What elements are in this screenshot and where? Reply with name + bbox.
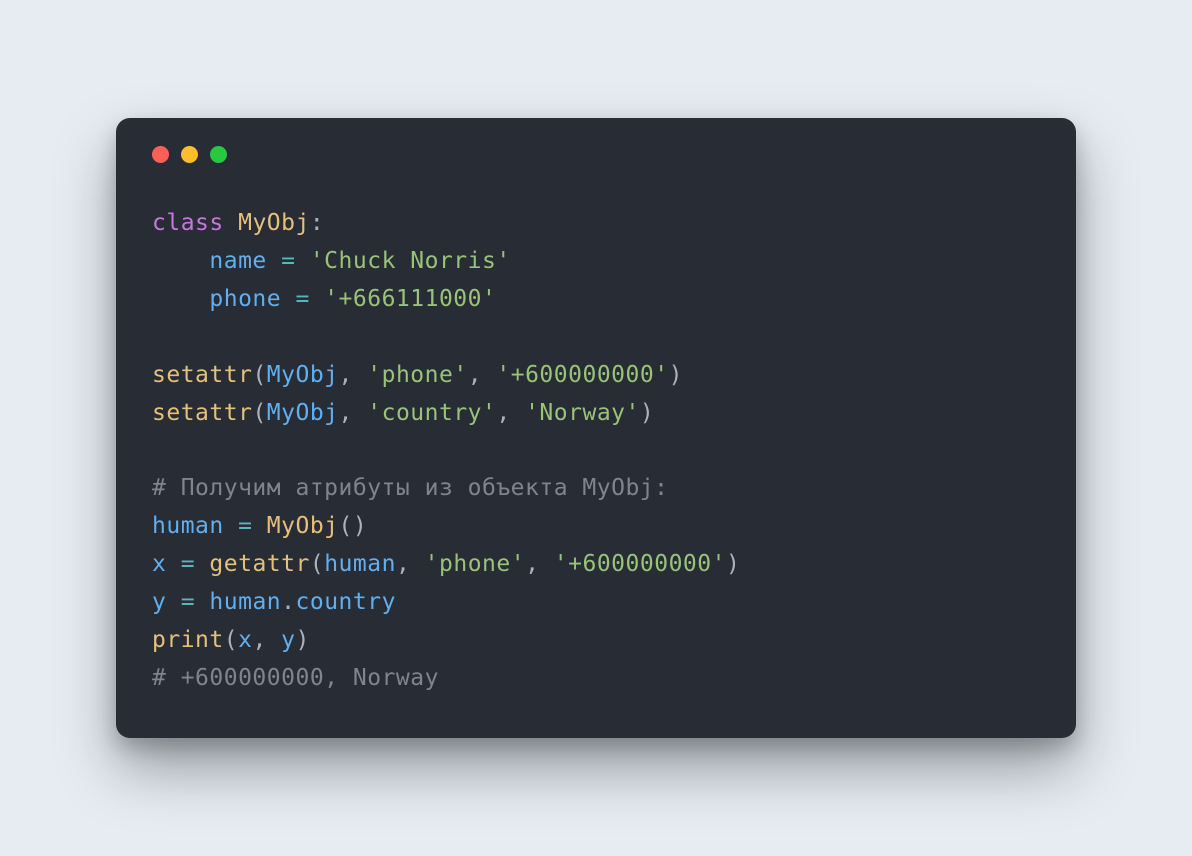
paren-close: )	[669, 362, 683, 388]
var-x: x	[152, 551, 166, 577]
arg-string: 'Norway'	[525, 400, 640, 426]
arg-var: human	[324, 551, 396, 577]
paren-open: (	[310, 551, 324, 577]
comma: ,	[496, 400, 525, 426]
parens: ()	[339, 513, 368, 539]
paren-open: (	[252, 362, 266, 388]
attr-phone: phone	[209, 286, 281, 312]
operator-eq: =	[267, 248, 310, 274]
paren-open: (	[252, 400, 266, 426]
paren-close: )	[296, 627, 310, 653]
class-name: MyObj	[267, 513, 339, 539]
comma: ,	[525, 551, 554, 577]
attr-name: name	[209, 248, 266, 274]
arg-string: '+600000000'	[554, 551, 726, 577]
comma: ,	[339, 362, 368, 388]
var-y: y	[152, 589, 166, 615]
operator-eq: =	[166, 551, 209, 577]
comment-output: # +600000000, Norway	[152, 665, 439, 691]
comma: ,	[468, 362, 497, 388]
operator-eq: =	[224, 513, 267, 539]
dot: .	[281, 589, 295, 615]
arg-string: 'country'	[367, 400, 496, 426]
comma: ,	[396, 551, 425, 577]
arg-string: 'phone'	[367, 362, 467, 388]
arg-class: MyObj	[267, 362, 339, 388]
operator-eq: =	[281, 286, 324, 312]
paren-close: )	[726, 551, 740, 577]
string-literal: '+666111000'	[324, 286, 496, 312]
maximize-icon[interactable]	[210, 146, 227, 163]
indent	[152, 248, 209, 274]
func-setattr: setattr	[152, 400, 252, 426]
obj-ref: human	[209, 589, 281, 615]
string-literal: 'Chuck Norris'	[310, 248, 511, 274]
arg-class: MyObj	[267, 400, 339, 426]
minimize-icon[interactable]	[181, 146, 198, 163]
arg-var: x	[238, 627, 252, 653]
func-setattr: setattr	[152, 362, 252, 388]
arg-string: '+600000000'	[496, 362, 668, 388]
arg-string: 'phone'	[425, 551, 525, 577]
func-print: print	[152, 627, 224, 653]
comma: ,	[252, 627, 281, 653]
operator-eq: =	[166, 589, 209, 615]
code-window: class MyObj: name = 'Chuck Norris' phone…	[116, 118, 1076, 738]
paren-open: (	[224, 627, 238, 653]
paren-close: )	[640, 400, 654, 426]
class-name: MyObj	[238, 210, 310, 236]
colon: :	[310, 210, 324, 236]
comma: ,	[339, 400, 368, 426]
window-controls	[152, 146, 1040, 163]
prop-country: country	[296, 589, 396, 615]
func-getattr: getattr	[209, 551, 309, 577]
arg-var: y	[281, 627, 295, 653]
keyword-class: class	[152, 210, 224, 236]
var-human: human	[152, 513, 224, 539]
close-icon[interactable]	[152, 146, 169, 163]
code-block: class MyObj: name = 'Chuck Norris' phone…	[152, 205, 1040, 698]
indent	[152, 286, 209, 312]
comment-line: # Получим атрибуты из объекта MyObj:	[152, 475, 669, 501]
